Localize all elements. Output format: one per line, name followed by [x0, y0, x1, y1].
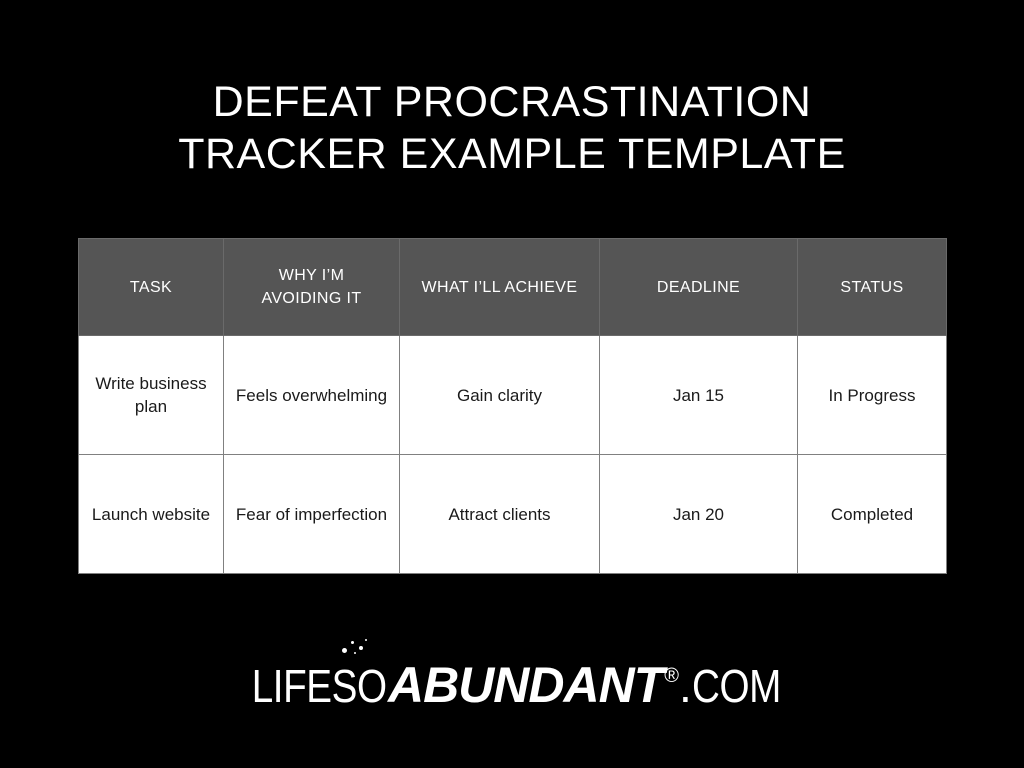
- column-header-status: STATUS: [797, 238, 947, 336]
- column-header-why-label-line2: AVOIDING IT: [261, 290, 362, 307]
- cell-why: Fear of imperfection: [223, 454, 400, 574]
- slide-canvas: DEFEAT PROCRASTINATION TRACKER EXAMPLE T…: [0, 0, 1024, 768]
- column-header-deadline-label: DEADLINE: [656, 278, 741, 296]
- table-row: Write business plan Feels overwhelming G…: [78, 335, 947, 455]
- brand-logo-word: ABUNDANT: [387, 657, 664, 713]
- tracker-table-wrapper: TASK WHY I’M AVOIDING IT WHAT I’LL ACHIE…: [78, 238, 947, 574]
- title-line-2: TRACKER EXAMPLE TEMPLATE: [178, 130, 846, 178]
- page-title: DEFEAT PROCRASTINATION TRACKER EXAMPLE T…: [0, 76, 1024, 180]
- cell-deadline: Jan 20: [599, 454, 798, 574]
- cell-status: In Progress: [797, 335, 947, 455]
- column-header-task-label: TASK: [129, 278, 173, 296]
- table-header-row: TASK WHY I’M AVOIDING IT WHAT I’LL ACHIE…: [78, 238, 947, 336]
- registered-trademark-icon: ®: [664, 665, 680, 687]
- column-header-status-label: STATUS: [840, 278, 904, 296]
- column-header-why-label-line1: WHY I’M: [278, 267, 345, 284]
- brand-logo-suffix: COM: [691, 660, 781, 712]
- column-header-deadline: DEADLINE: [599, 238, 798, 336]
- cell-status: Completed: [797, 454, 947, 574]
- cell-task: Write business plan: [78, 335, 224, 455]
- title-line-1: DEFEAT PROCRASTINATION: [212, 78, 812, 126]
- table-header: TASK WHY I’M AVOIDING IT WHAT I’LL ACHIE…: [78, 238, 947, 336]
- sparkle-icon: [338, 636, 378, 660]
- brand-logo-dot: .: [679, 660, 692, 712]
- column-header-why: WHY I’M AVOIDING IT: [223, 238, 400, 336]
- brand-logo: LIFESOABUNDANT®.COM: [0, 639, 1024, 714]
- table-row: Launch website Fear of imperfection Attr…: [78, 454, 947, 574]
- brand-logo-inner: LIFESOABUNDANT®.COM: [226, 639, 797, 714]
- column-header-achieve-label: WHAT I’LL ACHIEVE: [421, 278, 578, 296]
- tracker-table: TASK WHY I’M AVOIDING IT WHAT I’LL ACHIE…: [78, 238, 947, 574]
- cell-deadline: Jan 15: [599, 335, 798, 455]
- column-header-achieve: WHAT I’LL ACHIEVE: [399, 238, 600, 336]
- brand-logo-prefix: LIFESO: [252, 660, 387, 712]
- cell-why: Feels overwhelming: [223, 335, 400, 455]
- cell-achieve: Attract clients: [399, 454, 600, 574]
- cell-task: Launch website: [78, 454, 224, 574]
- column-header-task: TASK: [78, 238, 224, 336]
- cell-achieve: Gain clarity: [399, 335, 600, 455]
- table-body: Write business plan Feels overwhelming G…: [78, 335, 947, 574]
